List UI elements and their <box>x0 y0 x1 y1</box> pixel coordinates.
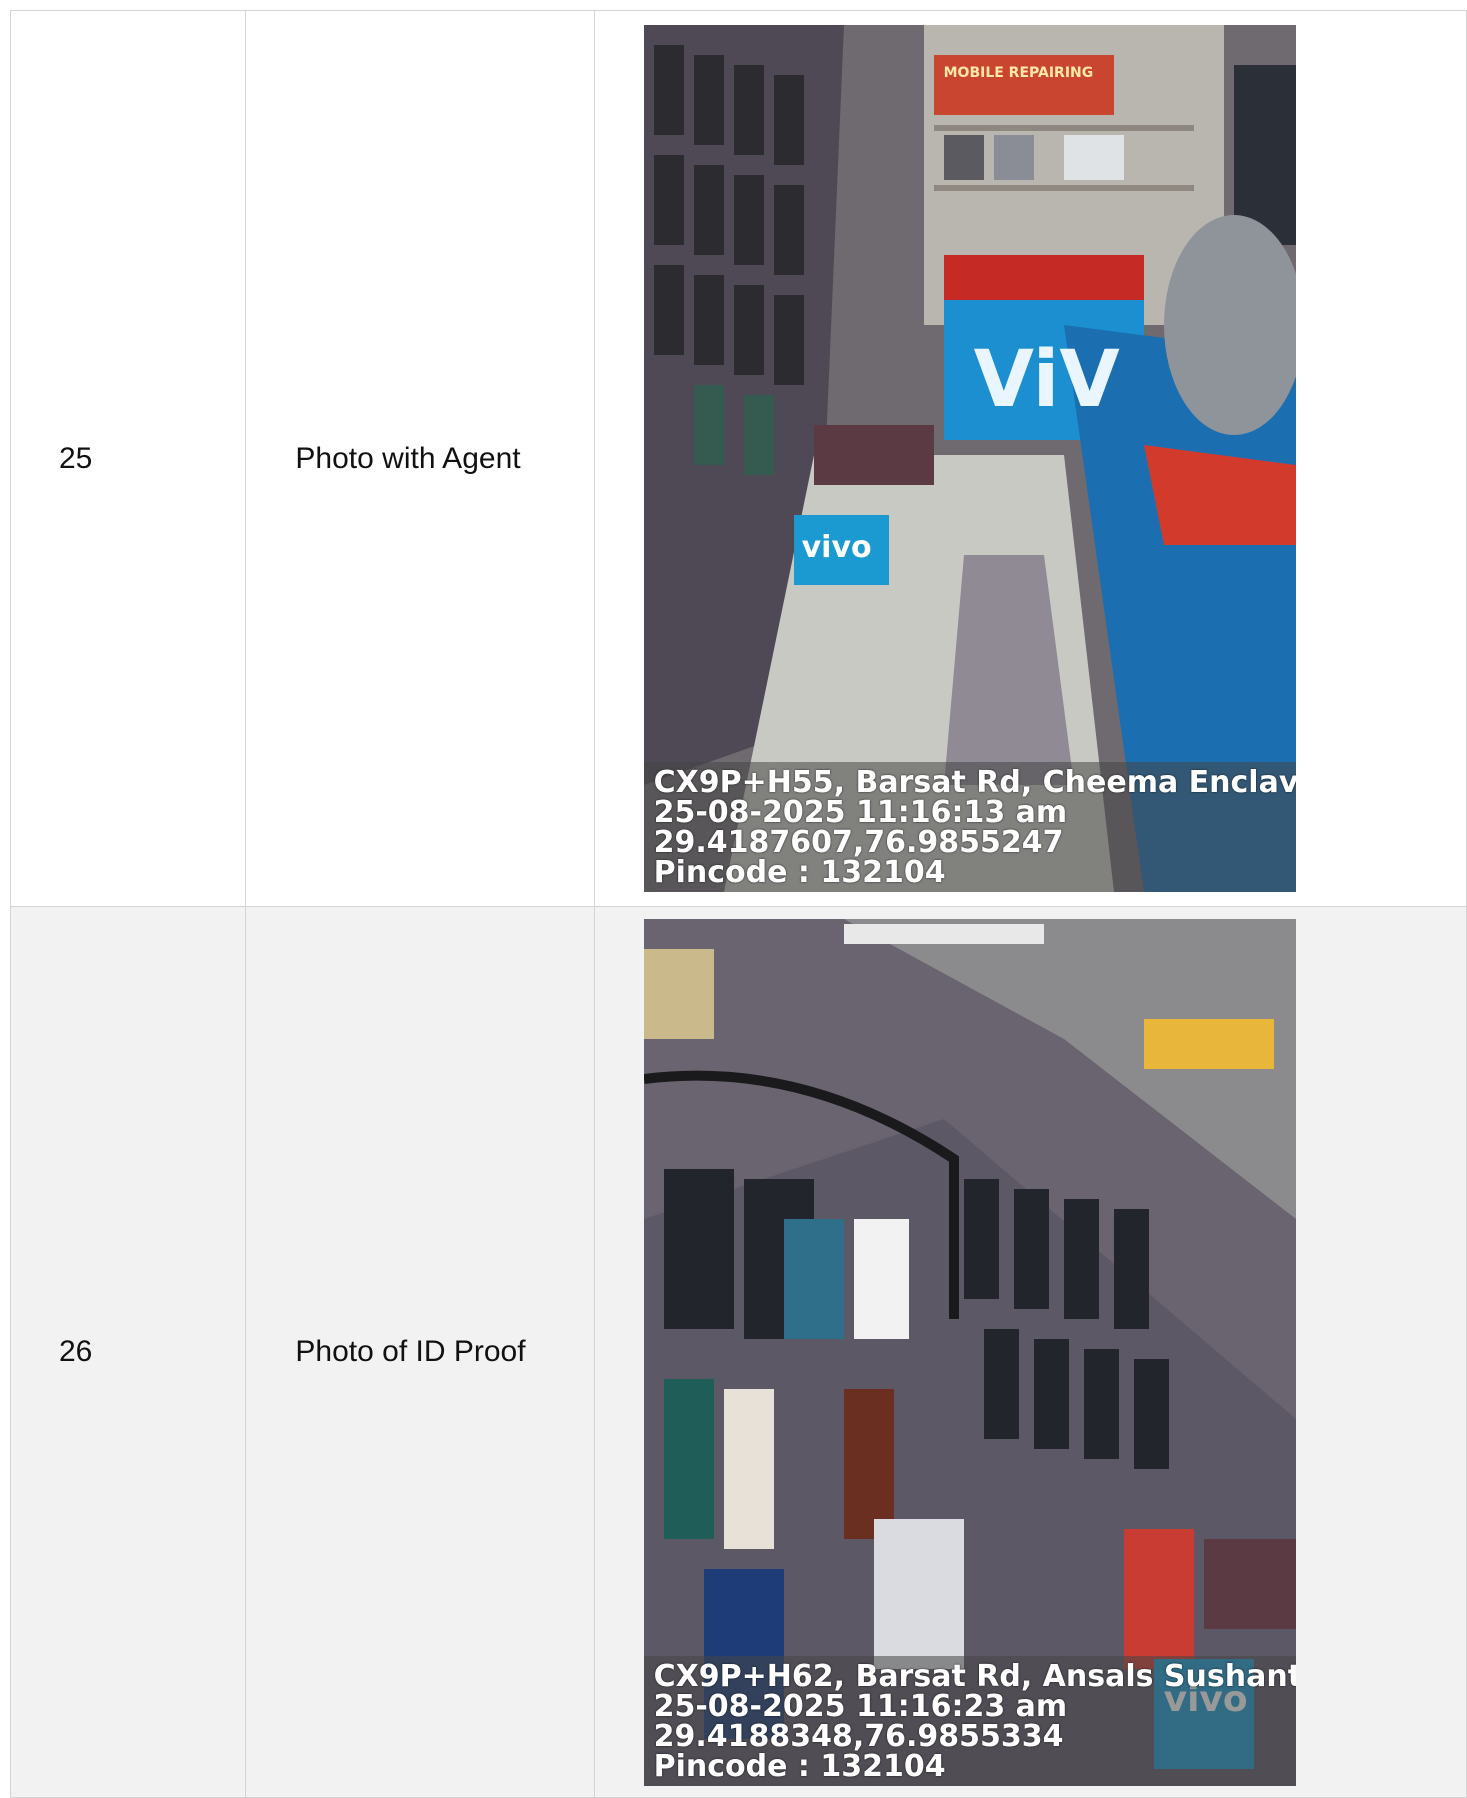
stamp-address: CX9P+H55, Barsat Rd, Cheema Enclave, Noo <box>653 765 1296 800</box>
stamp-pincode: Pincode : 132104 <box>653 855 946 890</box>
id-proof-photo[interactable]: vivo CX9P+H62, Barsat Rd, Ansals Sushant… <box>643 918 1296 1786</box>
row-number: 26 <box>59 1335 93 1368</box>
row-number: 25 <box>59 441 93 475</box>
table-row: 25 Photo with Agent ViV vivo MOBILE REPA… <box>9 10 1467 907</box>
row-label-cell: Photo with Agent <box>245 10 595 907</box>
stamp-datetime: 25-08-2025 11:16:23 am <box>653 1688 1068 1724</box>
vivo-box-sign: vivo <box>801 530 872 565</box>
stamp-coordinates: 29.4187607,76.9855247 <box>653 825 1064 860</box>
stamp-pincode: Pincode : 132104 <box>653 1748 946 1784</box>
row-label: Photo of ID Proof <box>295 1335 526 1368</box>
row-label: Photo with Agent <box>295 441 521 475</box>
photo-report-table: 25 Photo with Agent ViV vivo MOBILE REPA… <box>9 10 1467 1798</box>
stamp-coordinates: 29.4188348,76.9855334 <box>653 1718 1064 1754</box>
stamp-datetime: 25-08-2025 11:16:13 am <box>653 795 1068 830</box>
photo-cell: ViV vivo MOBILE REPAIRING CX9P+H55, Bars… <box>593 10 1467 907</box>
geo-stamp: CX9P+H55, Barsat Rd, Cheema Enclave, Noo… <box>643 762 1296 892</box>
row-number-cell: 25 <box>9 10 247 907</box>
repair-sign: MOBILE REPAIRING <box>943 65 1094 81</box>
photo-cell: vivo CX9P+H62, Barsat Rd, Ansals Sushant… <box>593 906 1467 1798</box>
agent-photo[interactable]: ViV vivo MOBILE REPAIRING CX9P+H55, Bars… <box>643 25 1296 892</box>
row-label-cell: Photo of ID Proof <box>245 906 595 1798</box>
geo-stamp: CX9P+H62, Barsat Rd, Ansals Sushant City… <box>643 1655 1296 1786</box>
vivo-counter-sign: ViV <box>973 335 1120 425</box>
table-row: 26 Photo of ID Proof CX9P+H62, Barsat Rd… <box>9 906 1467 1798</box>
row-number-cell: 26 <box>9 906 247 1798</box>
stamp-address: CX9P+H62, Barsat Rd, Ansals Sushant City… <box>653 1658 1296 1694</box>
